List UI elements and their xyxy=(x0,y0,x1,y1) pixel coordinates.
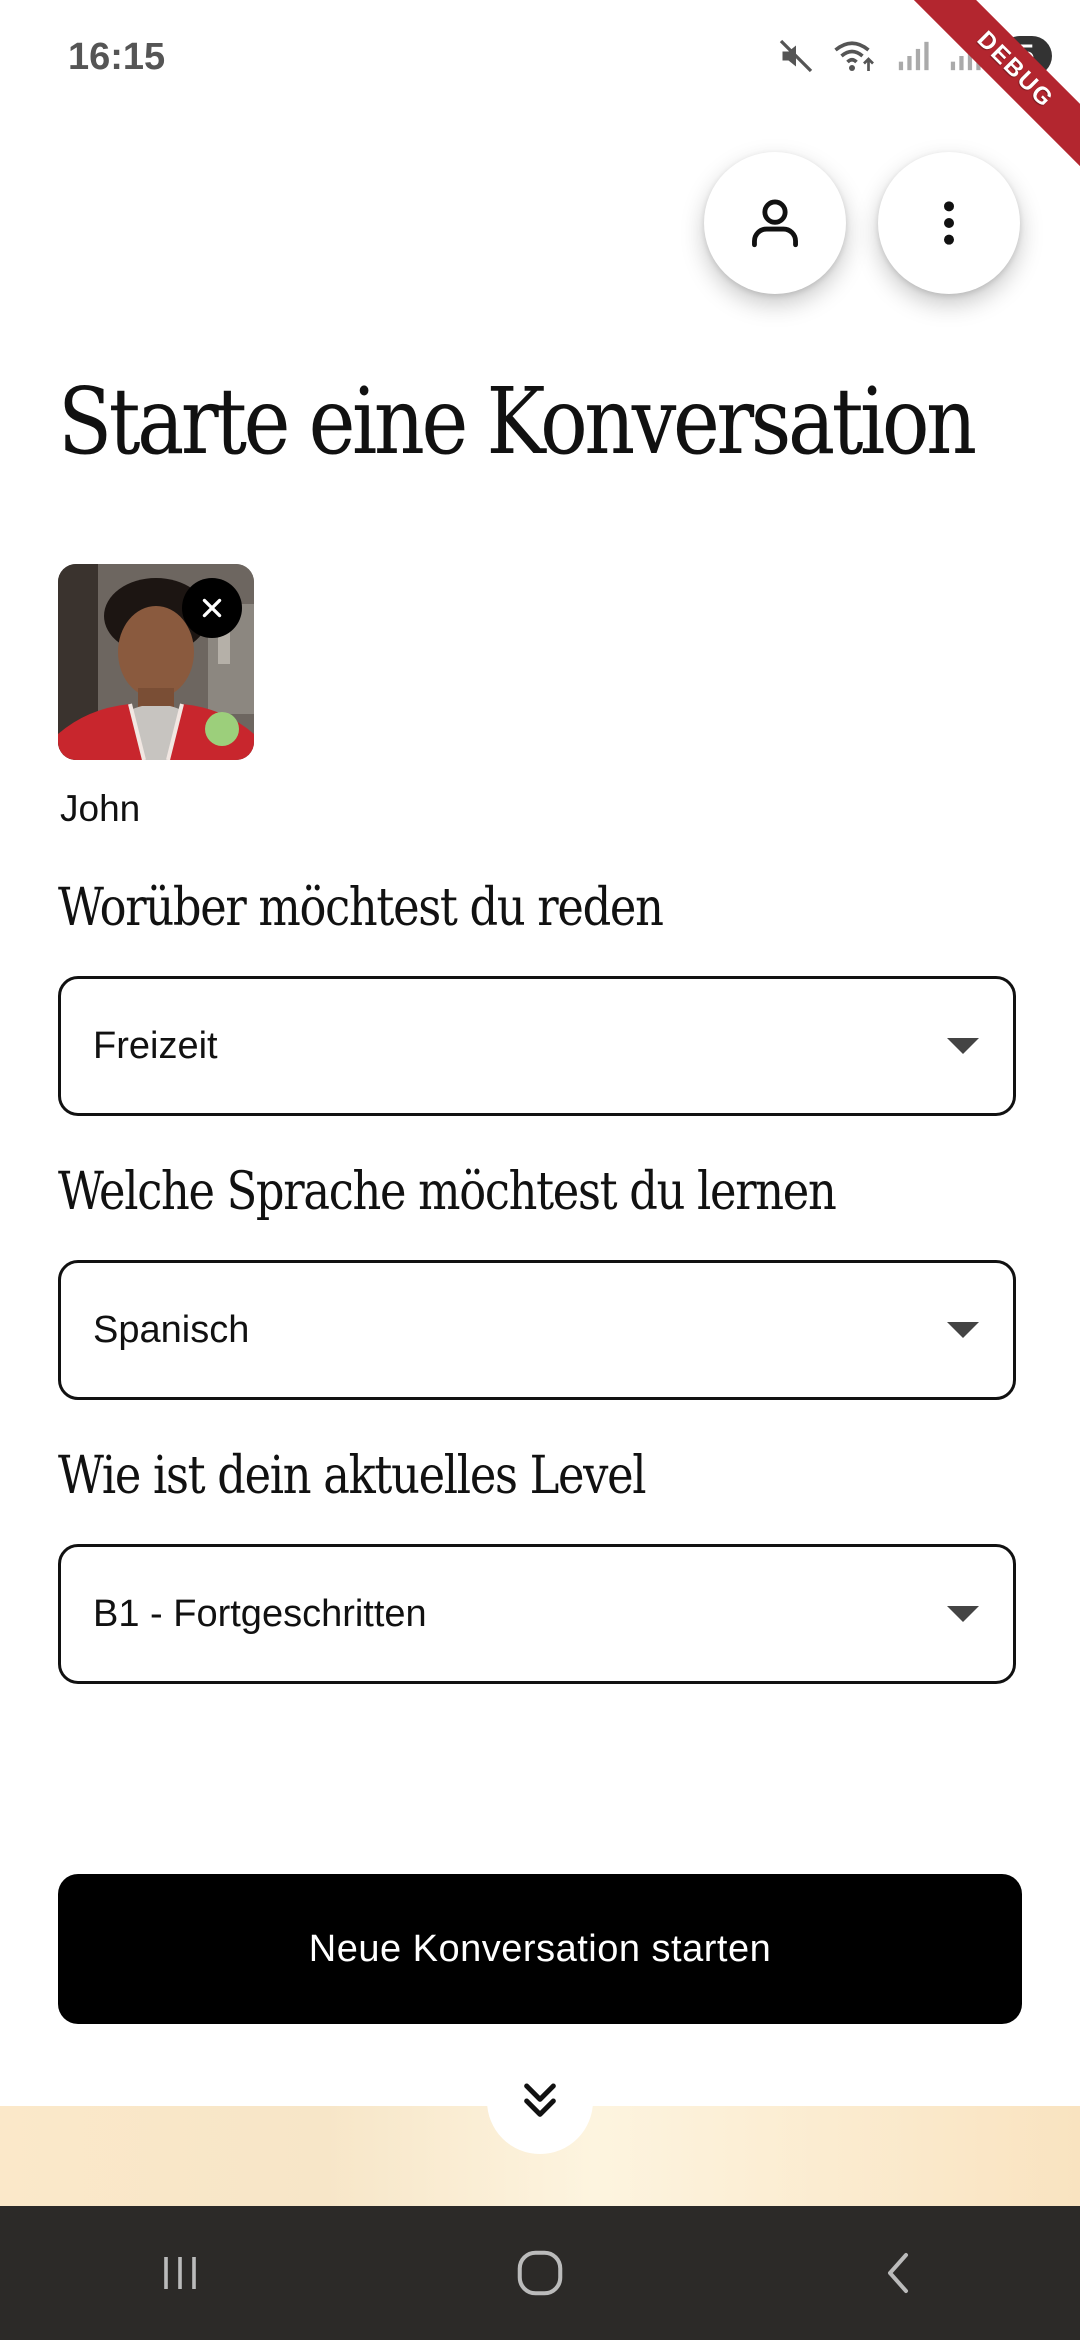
more-menu-button[interactable] xyxy=(878,152,1020,294)
close-icon xyxy=(202,598,222,618)
topic-select-value: Freizeit xyxy=(93,1024,218,1067)
topic-question: Worüber möchtest du reden xyxy=(58,878,664,938)
level-question: Wie ist dein aktuelles Level xyxy=(58,1446,647,1506)
remove-partner-button[interactable] xyxy=(182,578,242,638)
mute-icon xyxy=(779,39,813,73)
level-select[interactable]: B1 - Fortgeschritten xyxy=(58,1544,1016,1684)
profile-button[interactable] xyxy=(704,152,846,294)
scroll-down-button[interactable] xyxy=(487,2048,593,2154)
level-select-value: B1 - Fortgeschritten xyxy=(93,1592,427,1635)
home-icon xyxy=(517,2250,563,2296)
partner-name: John xyxy=(60,788,141,829)
language-question: Welche Sprache möchtest du lernen xyxy=(58,1162,837,1222)
wifi-icon xyxy=(834,41,874,71)
recents-icon xyxy=(164,2257,196,2289)
start-conversation-button[interactable]: Neue Konversation starten xyxy=(58,1874,1022,2024)
language-select-value: Spanisch xyxy=(93,1308,250,1351)
home-button[interactable] xyxy=(480,2213,600,2333)
dropdown-arrow-icon xyxy=(947,1322,979,1338)
double-chevron-down-icon xyxy=(524,2083,556,2117)
topic-select[interactable]: Freizeit xyxy=(58,976,1016,1116)
status-time: 16:15 xyxy=(68,36,166,78)
recents-button[interactable] xyxy=(120,2213,240,2333)
person-icon xyxy=(752,199,798,248)
online-status-dot xyxy=(205,712,239,746)
dropdown-arrow-icon xyxy=(947,1038,979,1054)
language-select[interactable]: Spanisch xyxy=(58,1260,1016,1400)
system-navigation-bar xyxy=(0,2206,1080,2340)
dropdown-arrow-icon xyxy=(947,1606,979,1622)
signal-icon xyxy=(898,41,929,71)
more-vertical-icon xyxy=(944,201,954,245)
back-button[interactable] xyxy=(840,2213,960,2333)
back-icon xyxy=(888,2253,908,2293)
page-title: Starte eine Konversation xyxy=(58,368,977,475)
